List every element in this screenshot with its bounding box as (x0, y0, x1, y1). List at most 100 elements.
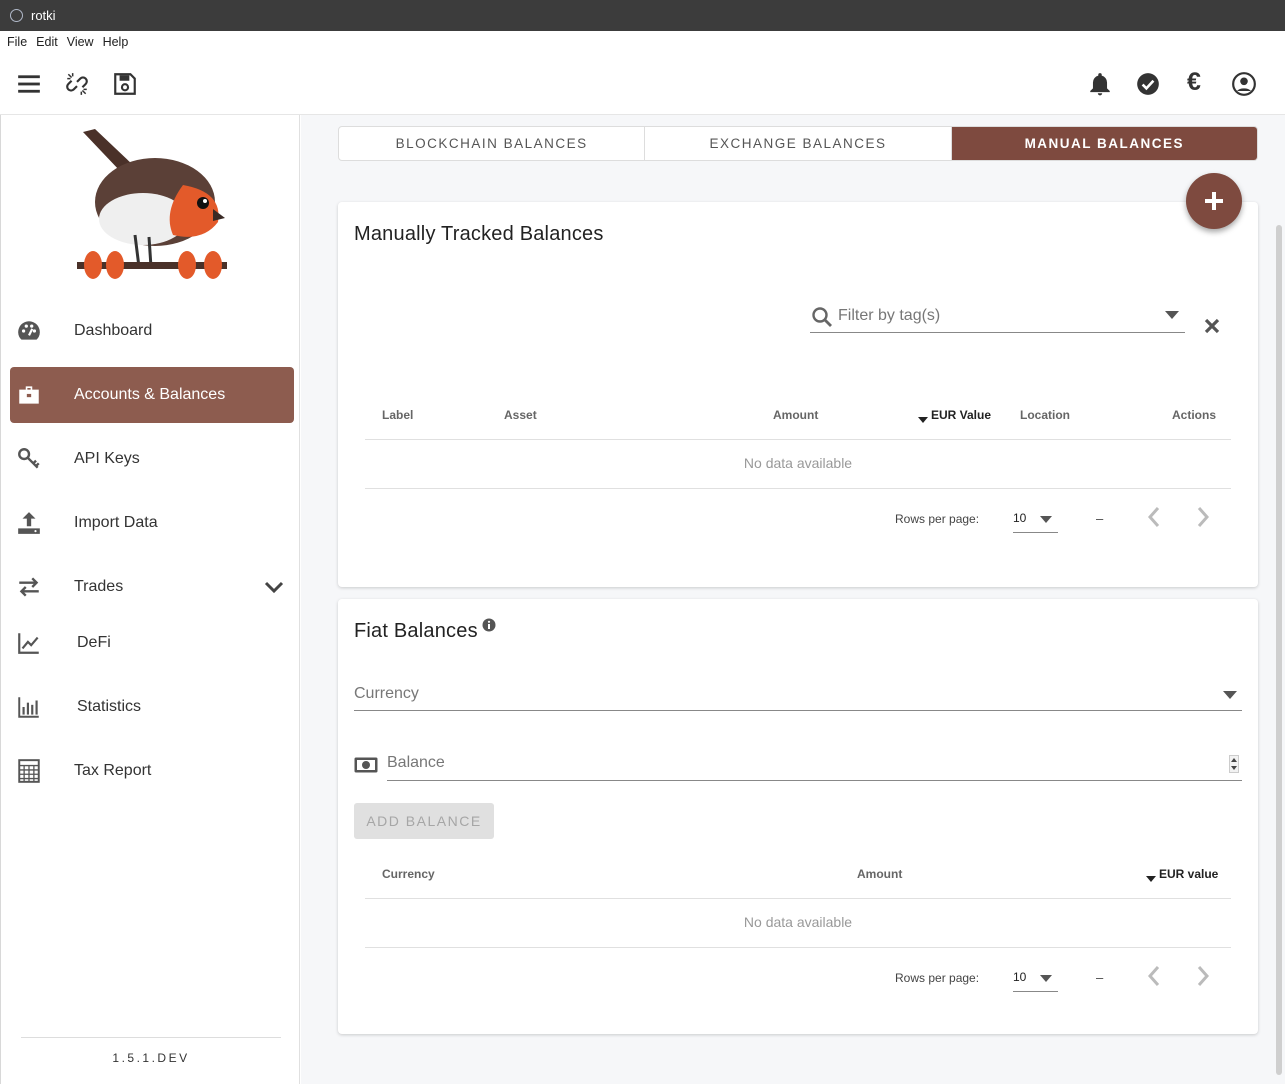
sidebar: Dashboard Accounts & Balances API Keys I… (0, 115, 300, 1084)
col-currency[interactable]: Currency (382, 867, 435, 881)
menu-help[interactable]: Help (103, 35, 129, 49)
sidebar-item-api-keys[interactable]: API Keys (10, 431, 294, 487)
sidebar-item-statistics[interactable]: Statistics (10, 679, 294, 735)
currency-placeholder: Currency (354, 685, 419, 702)
prev-page-icon[interactable] (1144, 964, 1164, 988)
account-circle-icon[interactable] (1231, 71, 1257, 97)
sidebar-item-tax-report[interactable]: Tax Report (10, 743, 294, 799)
plus-icon (1205, 192, 1223, 210)
col-label[interactable]: Label (382, 408, 413, 422)
sidebar-item-label: DeFi (77, 634, 111, 651)
header-divider (365, 898, 1231, 899)
tab-manual-balances[interactable]: MANUAL BALANCES (951, 127, 1257, 160)
dropdown-arrow-icon (1040, 516, 1052, 523)
table-divider (365, 488, 1231, 489)
dropdown-arrow-icon (1223, 691, 1237, 699)
menu-icon[interactable] (16, 71, 42, 97)
key-icon (18, 448, 40, 469)
window-title: rotki (31, 8, 56, 23)
upload-icon (18, 512, 40, 534)
rows-per-page-label: Rows per page: (895, 971, 980, 985)
manual-balances-title: Manually Tracked Balances (354, 223, 604, 245)
currency-select[interactable]: Currency (354, 679, 1242, 711)
menu-edit[interactable]: Edit (36, 35, 58, 49)
sidebar-item-label: Statistics (77, 698, 142, 715)
tag-filter-placeholder: Filter by tag(s) (838, 307, 941, 324)
tab-blockchain-balances[interactable]: BLOCKCHAIN BALANCES (339, 127, 646, 160)
menu-view[interactable]: View (67, 35, 94, 49)
cash-icon (354, 757, 378, 773)
briefcase-icon (19, 386, 39, 404)
menu-file[interactable]: File (7, 35, 27, 49)
dropdown-arrow-icon[interactable] (1164, 309, 1180, 321)
no-data-text: No data available (743, 455, 853, 471)
tag-filter[interactable]: Filter by tag(s) (810, 297, 1185, 333)
sidebar-item-label: API Keys (74, 450, 140, 467)
sidebar-item-trades[interactable]: Trades (10, 559, 294, 615)
sort-desc-icon[interactable] (1145, 875, 1157, 883)
page-range: – (1096, 970, 1104, 985)
window-titlebar: rotki (0, 0, 1285, 31)
page-range: – (1096, 511, 1104, 526)
fiat-balances-card: Fiat Balances Currency Balance ADD BALAN… (338, 599, 1258, 1034)
clear-filter-icon[interactable] (1202, 316, 1222, 336)
sidebar-item-label: Accounts & Balances (74, 386, 226, 403)
sidebar-item-label: Tax Report (74, 762, 152, 779)
col-eur-value[interactable]: EUR value (1159, 867, 1218, 881)
next-page-icon[interactable] (1193, 505, 1213, 529)
search-icon (812, 307, 832, 327)
rows-per-page-select[interactable]: 10 (1013, 970, 1058, 992)
col-actions: Actions (1172, 408, 1217, 422)
sidebar-item-dashboard[interactable]: Dashboard (10, 303, 294, 359)
app-version: 1.5.1.DEV (21, 1037, 281, 1065)
manual-balances-card: Manually Tracked Balances Filter by tag(… (338, 202, 1258, 587)
bar-chart-icon (18, 697, 39, 718)
fiat-balances-title: Fiat Balances (354, 620, 478, 642)
swap-icon (19, 577, 39, 597)
next-page-icon[interactable] (1193, 964, 1213, 988)
scrollbar[interactable] (1276, 225, 1282, 1075)
save-icon[interactable] (112, 71, 138, 97)
col-eur-value[interactable]: EUR Value (931, 408, 991, 422)
number-spinner-icon[interactable] (1229, 755, 1239, 773)
rows-per-page-value: 10 (1013, 970, 1027, 984)
sidebar-item-label: Dashboard (74, 322, 153, 339)
rows-per-page-select[interactable]: 10 (1013, 511, 1058, 533)
calculator-icon (18, 759, 40, 783)
col-amount[interactable]: Amount (857, 867, 902, 881)
sort-desc-icon[interactable] (917, 416, 929, 424)
app-icon (10, 9, 23, 22)
bell-icon[interactable] (1087, 71, 1113, 97)
rows-per-page-label: Rows per page: (895, 512, 980, 526)
chevron-down-icon[interactable] (262, 575, 286, 599)
tab-exchange-balances[interactable]: EXCHANGE BALANCES (645, 127, 952, 160)
chart-line-icon (18, 633, 39, 654)
rows-per-page-value: 10 (1013, 511, 1027, 525)
dashboard-icon (18, 321, 40, 340)
table-divider (365, 947, 1231, 948)
dropdown-arrow-icon (1040, 975, 1052, 982)
sidebar-item-defi[interactable]: DeFi (10, 615, 294, 671)
info-icon[interactable] (482, 618, 496, 632)
col-asset[interactable]: Asset (504, 408, 537, 422)
add-manual-balance-button[interactable] (1186, 173, 1242, 229)
add-balance-button[interactable]: ADD BALANCE (354, 803, 494, 839)
menu-bar: File Edit View Help (0, 31, 1285, 53)
sidebar-item-label: Trades (74, 578, 124, 595)
sidebar-item-import-data[interactable]: Import Data (10, 495, 294, 551)
sidebar-item-label: Import Data (74, 514, 158, 531)
main-content: BLOCKCHAIN BALANCES EXCHANGE BALANCES MA… (301, 115, 1285, 1084)
balance-tabs: BLOCKCHAIN BALANCES EXCHANGE BALANCES MA… (338, 126, 1258, 161)
header-divider (365, 439, 1231, 440)
app-bar: € (0, 53, 1285, 115)
no-data-text: No data available (743, 914, 853, 930)
check-circle-icon[interactable] (1135, 71, 1161, 97)
currency-button[interactable]: € (1187, 68, 1201, 97)
balance-input[interactable]: Balance (387, 748, 1242, 781)
col-amount[interactable]: Amount (773, 408, 818, 422)
sidebar-item-accounts-balances[interactable]: Accounts & Balances (10, 367, 294, 423)
link-off-icon[interactable] (64, 71, 90, 97)
col-location[interactable]: Location (1020, 408, 1070, 422)
prev-page-icon[interactable] (1144, 505, 1164, 529)
rotki-logo (77, 129, 227, 279)
